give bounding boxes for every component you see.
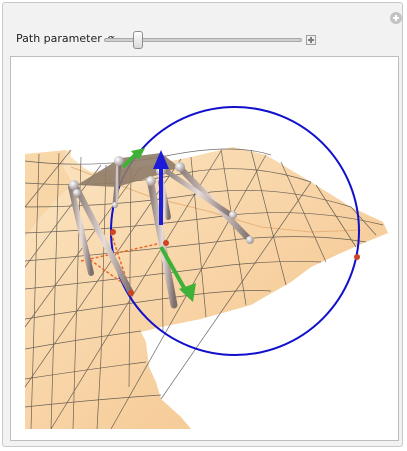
manipulate-panel: Path parameter α — [2, 2, 403, 447]
path-parameter-label: Path parameter α — [16, 32, 115, 45]
path-parameter-text: Path parameter — [16, 32, 102, 45]
3d-graphics-view[interactable] — [10, 56, 399, 441]
scene-svg — [24, 106, 388, 430]
plus-circle-icon[interactable] — [390, 12, 402, 24]
surface — [24, 147, 388, 430]
plus-box-icon[interactable] — [306, 35, 316, 45]
slider-thumb[interactable] — [133, 31, 143, 49]
